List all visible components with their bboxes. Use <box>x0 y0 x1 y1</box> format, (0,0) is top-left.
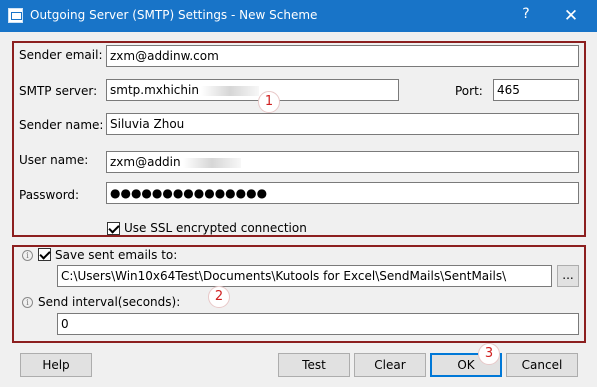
save-path-value: C:\Users\Win10x64Test\Documents\Kutools … <box>61 269 507 283</box>
title-bar: Outgoing Server (SMTP) Settings - New Sc… <box>0 0 597 32</box>
annotation-step-1: 1 <box>258 91 280 113</box>
port-value: 465 <box>497 83 520 97</box>
sender-name-label: Sender name: <box>19 118 104 132</box>
port-label: Port: <box>455 84 483 98</box>
annotation-step-2: 2 <box>208 286 230 308</box>
smtp-server-label: SMTP server: <box>19 84 98 98</box>
clear-button[interactable]: Clear <box>354 353 426 377</box>
password-value: ●●●●●●●●●●●●●●● <box>110 186 268 200</box>
password-field[interactable]: ●●●●●●●●●●●●●●● <box>106 182 579 204</box>
password-label: Password: <box>19 188 80 202</box>
interval-value: 0 <box>61 317 69 331</box>
save-sent-checkbox[interactable] <box>38 248 51 261</box>
port-field[interactable]: 465 <box>493 79 579 101</box>
user-name-field[interactable]: zxm@addin <box>106 151 579 173</box>
user-name-value: zxm@addin <box>110 155 181 169</box>
ssl-checkbox[interactable] <box>107 222 120 235</box>
save-path-field[interactable]: C:\Users\Win10x64Test\Documents\Kutools … <box>57 265 552 287</box>
sender-name-value: Siluvia Zhou <box>110 117 185 131</box>
interval-field[interactable]: 0 <box>57 313 579 335</box>
server-settings-frame <box>12 41 586 237</box>
info-icon: i <box>22 250 33 261</box>
test-button[interactable]: Test <box>278 353 350 377</box>
sender-email-value: zxm@addinw.com <box>110 49 219 63</box>
smtp-server-value: smtp.mxhichin <box>110 83 199 97</box>
user-name-label: User name: <box>19 153 89 167</box>
help-icon[interactable]: ? <box>512 6 540 26</box>
app-icon <box>8 8 23 23</box>
info-icon: i <box>22 297 33 308</box>
sender-email-field[interactable]: zxm@addinw.com <box>106 45 579 67</box>
interval-label: Send interval(seconds): <box>38 295 181 309</box>
redacted-blur <box>182 157 241 168</box>
redacted-blur <box>200 85 259 96</box>
ssl-label: Use SSL encrypted connection <box>124 221 307 235</box>
cancel-button[interactable]: Cancel <box>506 353 578 377</box>
save-sent-label: Save sent emails to: <box>55 248 178 262</box>
annotation-step-3: 3 <box>478 343 500 365</box>
window-title: Outgoing Server (SMTP) Settings - New Sc… <box>30 8 318 22</box>
help-button[interactable]: Help <box>20 353 92 377</box>
close-icon[interactable]: ✕ <box>556 4 586 28</box>
sender-email-label: Sender email: <box>19 48 103 62</box>
browse-button[interactable]: ... <box>557 265 579 287</box>
smtp-server-field[interactable]: smtp.mxhichin <box>106 79 399 101</box>
sender-name-field[interactable]: Siluvia Zhou <box>106 113 579 135</box>
